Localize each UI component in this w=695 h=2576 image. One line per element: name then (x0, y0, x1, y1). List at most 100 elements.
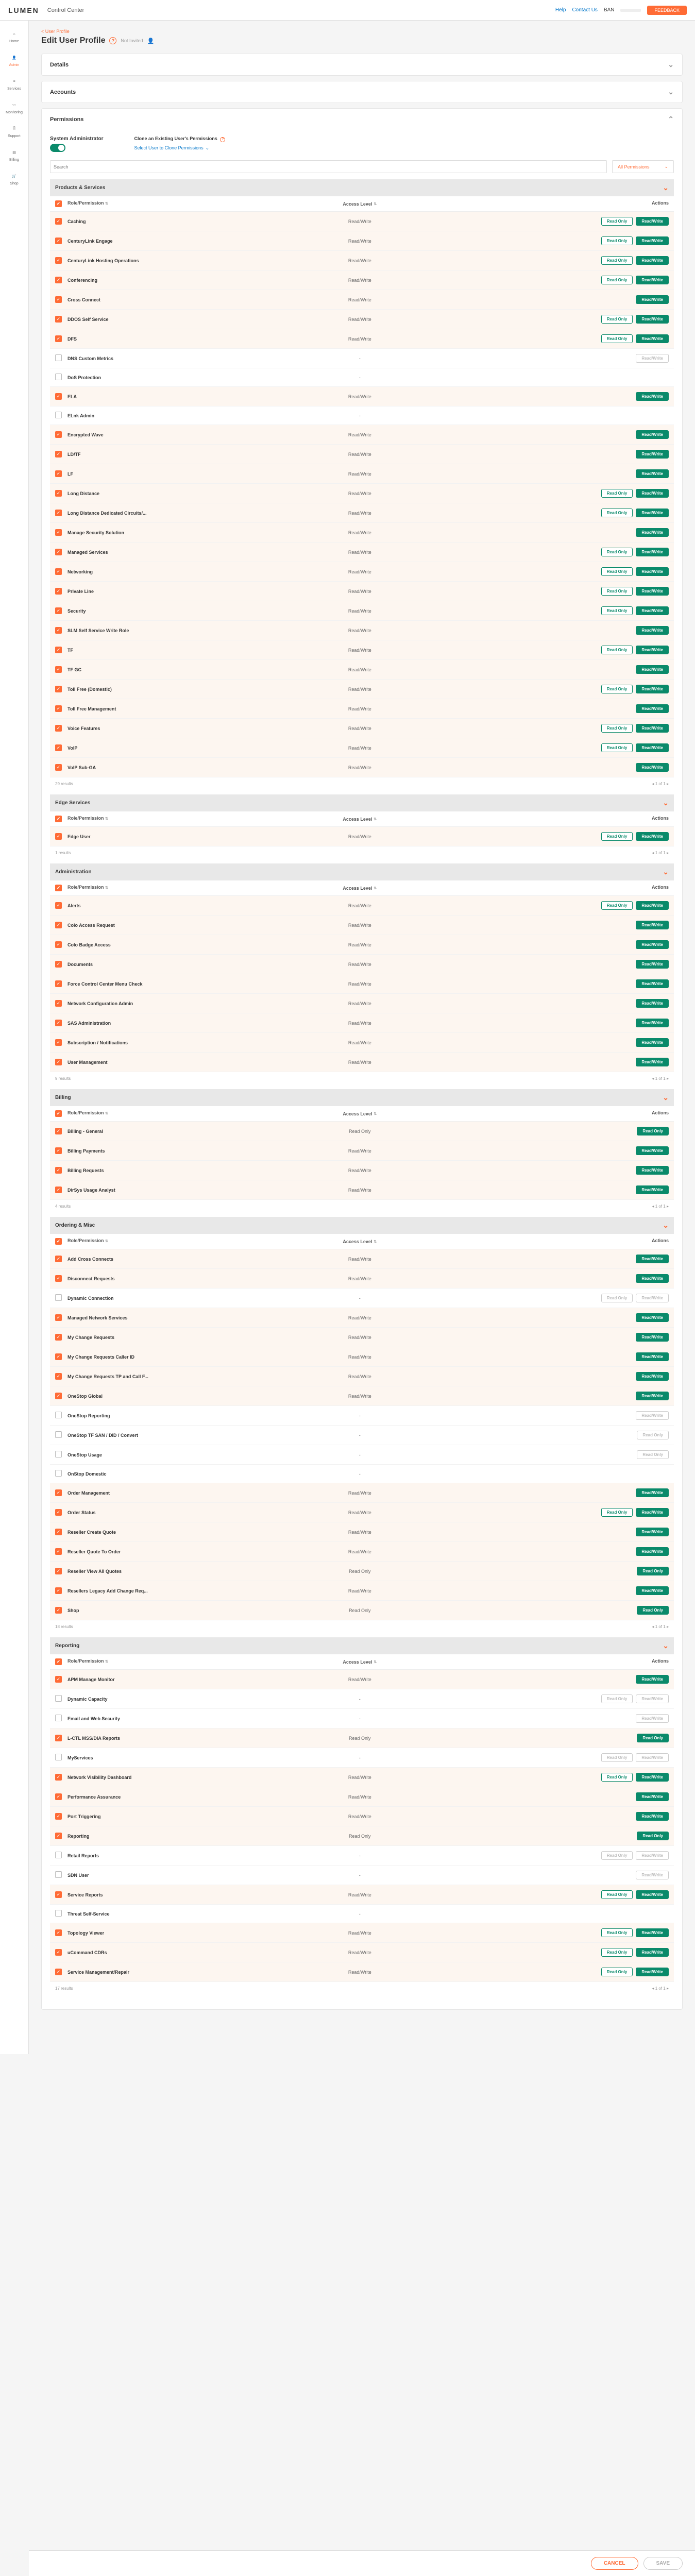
row-checkbox[interactable]: ✓ (55, 510, 62, 516)
level-header[interactable]: Access Level ⇅ (284, 816, 435, 822)
select-all-checkbox[interactable]: ✓ (55, 816, 62, 822)
row-checkbox[interactable]: ✓ (55, 980, 62, 987)
row-checkbox[interactable]: ✓ (55, 1314, 62, 1321)
row-checkbox[interactable]: ✓ (55, 1128, 62, 1134)
read-write-button[interactable]: Read/Write (636, 1753, 669, 1762)
read-only-button[interactable]: Read Only (601, 743, 633, 752)
read-write-button[interactable]: Read/Write (636, 509, 669, 517)
select-all-checkbox[interactable]: ✓ (55, 885, 62, 891)
read-write-button[interactable]: Read/Write (636, 1547, 669, 1556)
read-only-button[interactable]: Read Only (601, 587, 633, 596)
row-checkbox[interactable]: ✓ (55, 568, 62, 575)
row-checkbox[interactable]: ✓ (55, 588, 62, 595)
row-checkbox[interactable]: ✓ (55, 1548, 62, 1555)
read-write-button[interactable]: Read/Write (636, 665, 669, 674)
select-all-checkbox[interactable]: ✓ (55, 1238, 62, 1245)
read-write-button[interactable]: Read/Write (636, 1352, 669, 1361)
read-write-button[interactable]: Read/Write (636, 1333, 669, 1342)
section-header[interactable]: Reporting ⌄ (50, 1637, 674, 1654)
read-only-button[interactable]: Read Only (601, 685, 633, 693)
row-checkbox[interactable]: ✓ (55, 1167, 62, 1174)
read-write-button[interactable]: Read/Write (636, 921, 669, 929)
level-header[interactable]: Access Level ⇅ (284, 1238, 435, 1245)
row-checkbox[interactable]: ✓ (55, 1929, 62, 1936)
sidebar-item-shop[interactable]: 🛒Shop (0, 167, 28, 191)
read-write-button[interactable]: Read/Write (636, 334, 669, 343)
row-checkbox[interactable]: ✓ (55, 1793, 62, 1800)
select-all-checkbox[interactable]: ✓ (55, 1658, 62, 1665)
section-header[interactable]: Products & Services ⌄ (50, 179, 674, 196)
pagination[interactable]: ◂ 1 of 1 ▸ (652, 782, 669, 786)
read-only-button[interactable]: Read Only (601, 1294, 633, 1302)
read-only-button[interactable]: Read Only (601, 1968, 633, 1976)
row-checkbox[interactable]: ✓ (55, 764, 62, 771)
row-checkbox[interactable] (55, 1470, 62, 1477)
row-checkbox[interactable]: ✓ (55, 1256, 62, 1262)
accounts-header[interactable]: Accounts ⌄ (42, 81, 682, 103)
row-checkbox[interactable]: ✓ (55, 1949, 62, 1956)
row-checkbox[interactable]: ✓ (55, 1969, 62, 1975)
sidebar-item-services[interactable]: ≡Services (0, 72, 28, 96)
role-header[interactable]: Role/Permission ⇅ (67, 885, 284, 891)
read-write-button[interactable]: Read/Write (636, 1675, 669, 1684)
row-checkbox[interactable]: ✓ (55, 922, 62, 928)
read-only-button[interactable]: Read Only (637, 1734, 669, 1742)
read-write-button[interactable]: Read/Write (636, 724, 669, 733)
ban-selector[interactable] (620, 9, 641, 12)
read-only-button[interactable]: Read Only (601, 1851, 633, 1860)
row-checkbox[interactable] (55, 1871, 62, 1878)
row-checkbox[interactable]: ✓ (55, 627, 62, 634)
role-header[interactable]: Role/Permission ⇅ (67, 200, 284, 207)
read-write-button[interactable]: Read/Write (636, 1038, 669, 1047)
row-checkbox[interactable]: ✓ (55, 1587, 62, 1594)
read-write-button[interactable]: Read/Write (636, 1773, 669, 1782)
role-header[interactable]: Role/Permission ⇅ (67, 1110, 284, 1117)
row-checkbox[interactable]: ✓ (55, 335, 62, 342)
read-only-button[interactable]: Read Only (601, 489, 633, 498)
row-checkbox[interactable]: ✓ (55, 1353, 62, 1360)
read-write-button[interactable]: Read/Write (636, 1928, 669, 1937)
pagination[interactable]: ◂ 1 of 1 ▸ (652, 1624, 669, 1629)
info-icon[interactable]: ? (220, 137, 225, 142)
permissions-filter-select[interactable]: All Permissions ⌄ (612, 160, 674, 173)
read-only-button[interactable]: Read Only (601, 567, 633, 576)
row-checkbox[interactable]: ✓ (55, 1509, 62, 1516)
read-write-button[interactable]: Read/Write (636, 1851, 669, 1860)
row-checkbox[interactable]: ✓ (55, 1774, 62, 1781)
help-link[interactable]: Help (555, 7, 566, 13)
row-checkbox[interactable]: ✓ (55, 277, 62, 283)
row-checkbox[interactable]: ✓ (55, 1059, 62, 1065)
pagination[interactable]: ◂ 1 of 1 ▸ (652, 1204, 669, 1209)
pagination[interactable]: ◂ 1 of 1 ▸ (652, 851, 669, 855)
row-checkbox[interactable]: ✓ (55, 941, 62, 948)
row-checkbox[interactable] (55, 1431, 62, 1438)
read-write-button[interactable]: Read/Write (636, 960, 669, 969)
read-write-button[interactable]: Read/Write (636, 469, 669, 478)
read-write-button[interactable]: Read/Write (636, 315, 669, 324)
sidebar-item-billing[interactable]: ▤Billing (0, 143, 28, 167)
level-header[interactable]: Access Level ⇅ (284, 1658, 435, 1665)
read-write-button[interactable]: Read/Write (636, 489, 669, 498)
read-write-button[interactable]: Read/Write (636, 832, 669, 841)
read-write-button[interactable]: Read/Write (636, 704, 669, 713)
read-only-button[interactable]: Read Only (601, 1508, 633, 1517)
row-checkbox[interactable]: ✓ (55, 1607, 62, 1614)
role-header[interactable]: Role/Permission ⇅ (67, 1238, 284, 1245)
read-write-button[interactable]: Read/Write (636, 940, 669, 949)
read-write-button[interactable]: Read/Write (636, 1528, 669, 1536)
read-write-button[interactable]: Read/Write (636, 1185, 669, 1194)
read-write-button[interactable]: Read/Write (636, 1411, 669, 1420)
row-checkbox[interactable]: ✓ (55, 1833, 62, 1839)
row-checkbox[interactable] (55, 412, 62, 418)
row-checkbox[interactable] (55, 374, 62, 380)
row-checkbox[interactable]: ✓ (55, 1529, 62, 1535)
read-write-button[interactable]: Read/Write (636, 256, 669, 265)
row-checkbox[interactable]: ✓ (55, 1000, 62, 1007)
read-write-button[interactable]: Read/Write (636, 528, 669, 537)
read-write-button[interactable]: Read/Write (636, 606, 669, 615)
read-only-button[interactable]: Read Only (637, 1832, 669, 1840)
clone-user-select[interactable]: Select User to Clone Permissions ⌄ (134, 145, 226, 151)
row-checkbox[interactable] (55, 1695, 62, 1702)
read-write-button[interactable]: Read/Write (636, 646, 669, 654)
row-checkbox[interactable]: ✓ (55, 1676, 62, 1683)
